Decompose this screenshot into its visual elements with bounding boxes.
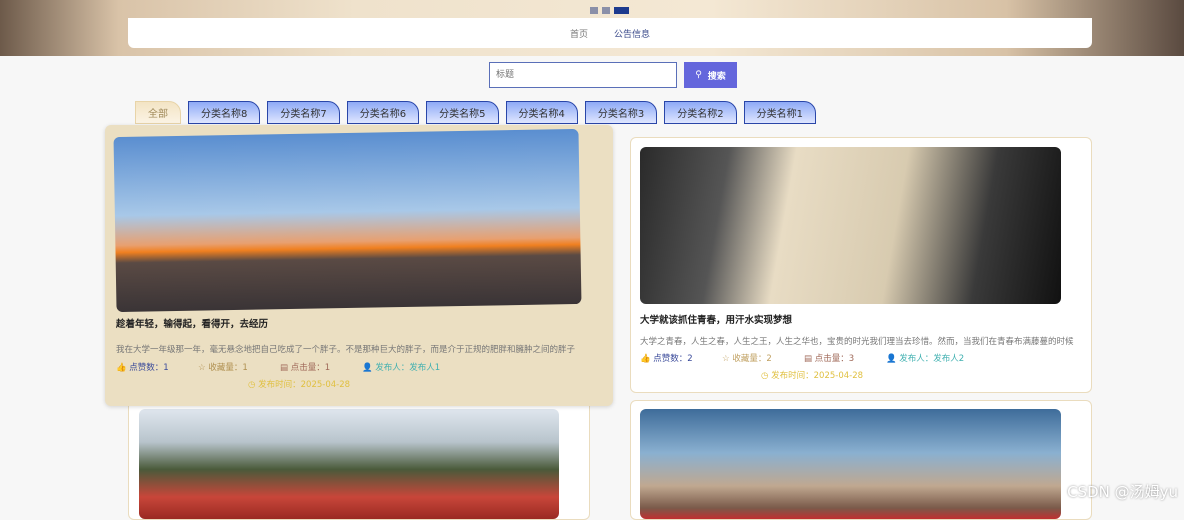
publish-time: ◷ 发布时间：2025-04-28 [761, 371, 864, 381]
article-card[interactable]: 大学就该抓住青春，用汗水实现梦想 大学之青春，人生之春，人生之王，人生之华也，宝… [630, 137, 1092, 393]
category-tab[interactable]: 分类名称4 [505, 101, 578, 124]
search-button[interactable]: ⚲ 搜索 [684, 62, 737, 88]
like-count[interactable]: 👍 点赞数：1 [116, 361, 198, 373]
article-image[interactable] [113, 128, 582, 313]
category-all[interactable]: 全部 [135, 101, 181, 124]
nav-home[interactable]: 首页 [570, 27, 588, 40]
click-count: ▤ 点击量：1 [280, 363, 331, 373]
top-nav: 首页 公告信息 [128, 18, 1092, 48]
category-tab[interactable]: 分类名称7 [267, 101, 340, 124]
article-image[interactable] [640, 409, 1061, 519]
article-card[interactable] [630, 400, 1092, 520]
category-tab[interactable]: 分类名称6 [346, 101, 420, 124]
favorite-count[interactable]: ☆ 收藏量：2 [722, 352, 804, 364]
category-tab[interactable]: 分类名称5 [426, 101, 499, 124]
like-count[interactable]: 👍 点赞数：2 [640, 352, 722, 364]
category-tab[interactable]: 分类名称3 [584, 101, 658, 124]
search-icon: ⚲ [695, 70, 702, 80]
publish-time: ◷ 发布时间：2025-04-28 [248, 380, 351, 390]
article-card-hovered[interactable]: 趁着年轻，输得起，看得开，去经历 我在大学一年级那一年，毫无悬念地把自己吃成了一… [105, 125, 613, 406]
category-tab[interactable]: 分类名称8 [188, 101, 261, 124]
click-count: ▤ 点击量：3 [804, 354, 855, 364]
carousel-dot[interactable] [602, 7, 610, 14]
article-card[interactable] [128, 400, 590, 520]
carousel-dot-active[interactable] [614, 7, 629, 14]
watermark: CSDN @汤姆yu [1067, 483, 1178, 501]
author: 👤 发布人：发布人1 [362, 363, 441, 373]
article-desc: 我在大学一年级那一年，毫无悬念地把自己吃成了一个胖子。不是那种巨大的胖子，而是介… [116, 345, 576, 355]
category-tabs: 全部 分类名称8 分类名称7 分类名称6 分类名称5 分类名称4 分类名称3 分… [135, 101, 816, 124]
favorite-count[interactable]: ☆ 收藏量：1 [198, 361, 280, 373]
article-image[interactable] [139, 409, 559, 519]
article-title[interactable]: 大学就该抓住青春，用汗水实现梦想 [640, 312, 792, 326]
article-title[interactable]: 趁着年轻，输得起，看得开，去经历 [116, 316, 268, 330]
author: 👤 发布人：发布人2 [886, 354, 965, 364]
category-tab[interactable]: 分类名称1 [743, 101, 816, 124]
search-label: 搜索 [707, 71, 726, 82]
search-input[interactable] [489, 62, 677, 88]
category-tab[interactable]: 分类名称2 [664, 101, 737, 124]
carousel-dot[interactable] [590, 7, 598, 14]
nav-notice[interactable]: 公告信息 [614, 27, 650, 40]
article-desc: 大学之青春，人生之春，人生之王，人生之华也，宝贵的时光我们理当去珍惜。然而，当我… [640, 337, 1074, 347]
article-image[interactable] [640, 147, 1061, 304]
